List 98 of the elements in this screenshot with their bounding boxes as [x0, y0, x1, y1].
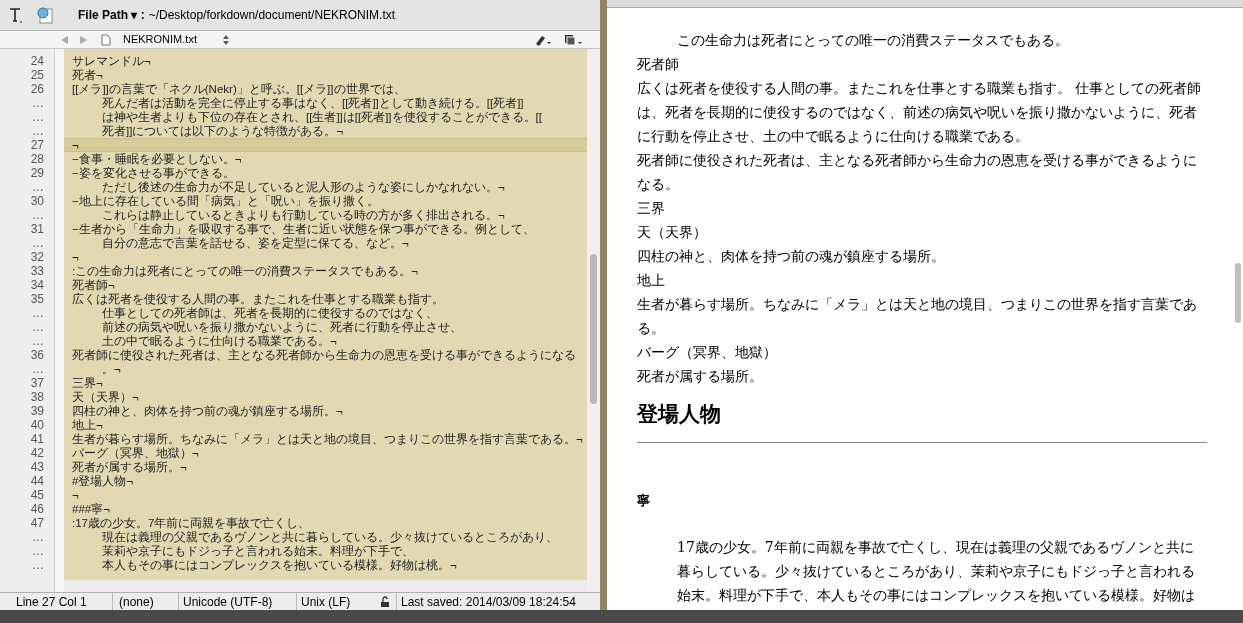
- text-line: 地上¬: [72, 418, 104, 432]
- file-path: ~/Desktop/forkdown/document/NEKRONIM.txt: [148, 7, 396, 24]
- text-line: 現在は義理の父親であるヴノンと共に暮らしている。少々抜けているところがあり、: [101, 530, 559, 544]
- line-number: …: [31, 362, 44, 376]
- line-number: …: [31, 208, 44, 222]
- text-line: 土の中で眠るように仕向ける職業である。¬: [101, 334, 338, 348]
- line-number: …: [31, 544, 44, 558]
- text-line: バーグ（冥界、地獄）¬: [72, 446, 200, 460]
- line-number: 41: [29, 432, 44, 446]
- text-line: これらは静止しているときよりも行動している時の方が多く排出される。¬: [101, 208, 506, 222]
- line-number: 28: [29, 152, 44, 166]
- text-line: 本人もその事にはコンプレックスを抱いている模様。好物は桃。¬: [101, 558, 458, 572]
- line-number: …: [31, 530, 44, 544]
- line-number: 29: [29, 166, 44, 180]
- text-line: −地上に存在している間「病気」と「呪い」を振り撒く。: [72, 194, 380, 208]
- line-number: 26: [29, 82, 44, 96]
- text-tool-icon[interactable]: [8, 6, 24, 24]
- text-line: 前述の病気や呪いを振り撒かないように、死者に行動を停止させ、: [101, 320, 463, 334]
- text-line: ¬: [72, 488, 80, 502]
- line-number: 36: [29, 348, 44, 362]
- line-number: 34: [29, 278, 44, 292]
- line-number: …: [31, 180, 44, 194]
- text-line: ###寧¬: [72, 502, 111, 516]
- line-number: …: [31, 320, 44, 334]
- text-line: 茉莉や京子にもドジっ子と言われる始末。料理が下手で、: [101, 544, 415, 558]
- line-number: 38: [29, 390, 44, 404]
- text-line: :この生命力は死者にとっての唯一の消費ステータスでもある。¬: [72, 264, 419, 278]
- text-line: 生者が暮らす場所。ちなみに「メラ」とは天と地の境目、つまりこの世界を指す言葉である。¬: [72, 432, 584, 446]
- line-number: 32: [29, 250, 44, 264]
- line-number: …: [31, 558, 44, 572]
- line-number: …: [31, 110, 44, 124]
- text-line: 天（天界）¬: [72, 390, 140, 404]
- text-line: 四柱の神と、肉体を持つ前の魂が鎮座する場所。¬: [72, 404, 344, 418]
- line-number: 44: [29, 474, 44, 488]
- indented-paragraph: この生命力は死者にとっての唯一の消費ステータスでもある。: [676, 31, 1070, 50]
- line-number: 46: [29, 502, 44, 516]
- line-number: 47: [29, 516, 44, 530]
- paragraph: バーグ（冥界、地獄）: [637, 343, 778, 362]
- paragraph: 生者が暮らす場所。ちなみに「メラ」とは天と地の境目、つまりこの世界を指す言葉である。: [637, 295, 1198, 338]
- line-number: 24: [29, 54, 44, 68]
- text-line: ¬: [72, 250, 80, 264]
- text-line: #登場人物¬: [72, 474, 135, 488]
- line-number: 39: [29, 404, 44, 418]
- text-line: −生者から「生命力」を吸収する事で、生者に近い状態を保つ事ができる。例として、: [72, 222, 536, 236]
- paragraph: 広くは死者を使役する人間の事。またこれを仕事とする職業も指す。 仕事としての死者師は、死者を長期的に使役するのではなく、前述の病気や呪いを振り撒かないように、死者に行動を停止させ、土の中で眠るように仕向ける職業である。: [637, 79, 1203, 146]
- text-line: 死者¬: [72, 68, 104, 82]
- paragraph: 死者が属する場所。: [637, 367, 764, 386]
- paragraph: 三界: [637, 199, 666, 218]
- cursor-position: Line 27 Col 1: [15, 593, 88, 610]
- text-line: −姿を変化させる事ができる。: [72, 166, 236, 180]
- marker-icon[interactable]: [534, 33, 552, 46]
- unlocked-icon[interactable]: [379, 595, 391, 608]
- text-line: :17歳の少女。7年前に両親を事故で亡くし、: [72, 516, 312, 530]
- text-line: 三界¬: [72, 376, 104, 390]
- paragraph: 地上: [637, 271, 666, 290]
- line-number: 30: [29, 194, 44, 208]
- indented-paragraph: 17歳の少女。7年前に両親を事故で亡くし、現在は義理の父親であるヴノンと共に暮らしている。少々抜けているところがあり、茉莉や京子にもドジっ子と言われる始末。料理が下手で、本人もその事にはコンプレックスを抱いている模様。好物は: [676, 538, 1196, 605]
- text-line: 広くは死者を使役する人間の事。またこれを仕事とする職業も指す。: [72, 292, 445, 306]
- text-line: 死んだ者は活動を完全に停止する事はなく、[[死者]]として動き続ける。[[死者]]: [101, 96, 525, 110]
- subheading: 寧: [637, 492, 651, 510]
- line-number: 40: [29, 418, 44, 432]
- editor-text-area[interactable]: [64, 49, 587, 580]
- heading: 登場人物: [637, 400, 722, 428]
- line-number: …: [31, 96, 44, 110]
- line-number: 33: [29, 264, 44, 278]
- text-line: サレマンドル¬: [72, 54, 152, 68]
- line-number: 43: [29, 460, 44, 474]
- paragraph: 死者師: [637, 55, 680, 74]
- line-number: …: [31, 236, 44, 250]
- text-line: −食事・睡眠を必要としない。¬: [72, 152, 243, 166]
- text-line: 。¬: [101, 362, 122, 376]
- paragraph: 四柱の神と、肉体を持つ前の魂が鎮座する場所。: [637, 247, 946, 266]
- scrollbar[interactable]: [587, 49, 600, 592]
- line-number: …: [31, 124, 44, 138]
- file-path-label[interactable]: File Path ▾ :: [78, 6, 145, 24]
- sort-arrows-icon[interactable]: [223, 34, 229, 45]
- line-number: 27: [29, 138, 44, 152]
- line-number: 42: [29, 446, 44, 460]
- line-number: 37: [29, 376, 44, 390]
- text-line: 自分の意志で言葉を話せる、姿を定型に保てる、など。¬: [101, 236, 410, 250]
- paragraph: 死者師に使役された死者は、主となる死者師から生命力の恩恵を受ける事ができるようになる。: [637, 151, 1198, 194]
- line-number: 45: [29, 488, 44, 502]
- paragraph: 天（天界）: [637, 223, 708, 242]
- windows-icon[interactable]: [564, 33, 584, 46]
- line-number: 35: [29, 292, 44, 306]
- text-line: は神や生者よりも下位の存在とされ、[[生者]]は[[死者]]を使役することができる。[[: [101, 110, 543, 124]
- line-number: 25: [29, 68, 44, 82]
- text-line: 仕事としての死者師は、死者を長期的に使役するのではなく、: [101, 306, 439, 320]
- text-line: 死者師¬: [72, 278, 116, 292]
- line-number: …: [31, 306, 44, 320]
- text-line: 死者]]については以下のような特徴がある。¬: [101, 124, 345, 138]
- line-number: 31: [29, 222, 44, 236]
- text-line: 死者が属する場所。¬: [72, 460, 188, 474]
- text-line: [[メラ]]の言葉で「ネクル(Nekr)」と呼ぶ。[[メラ]]の世界では、: [72, 82, 407, 96]
- line-number: …: [31, 334, 44, 348]
- text-line: 死者師に使役された死者は、主となる死者師から生命力の恩恵を受ける事ができるようになる: [72, 348, 577, 362]
- document-tab[interactable]: NEKRONIM.txt: [123, 31, 223, 48]
- text-line: ただし後述の生命力が不足していると泥人形のような姿にしかなれない。¬: [101, 180, 506, 194]
